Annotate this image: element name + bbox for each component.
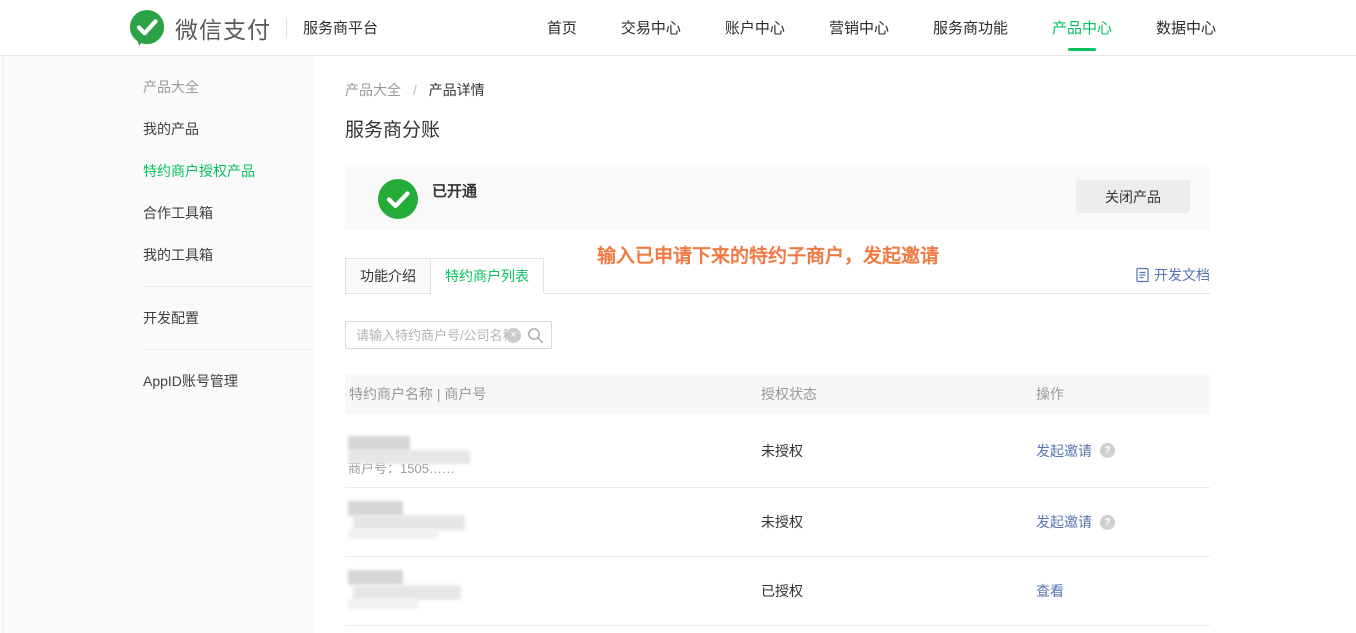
breadcrumb: 产品大全 / 产品详情 (345, 80, 1210, 96)
censored-name-block (348, 529, 438, 539)
brand-divider (286, 19, 287, 37)
check-circle-icon (378, 179, 418, 219)
breadcrumb-parent[interactable]: 产品大全 (345, 82, 401, 98)
top-navigation: 首页 交易中心 账户中心 营销中心 服务商功能 产品中心 数据中心 (547, 17, 1216, 38)
top-header: 微信支付 服务商平台 首页 交易中心 账户中心 营销中心 服务商功能 产品中心 … (0, 0, 1356, 56)
censored-name-block (353, 585, 461, 600)
search-icon[interactable] (527, 327, 544, 344)
tab-bar: 功能介绍 特约商户列表 开发文档 (345, 258, 1210, 294)
send-invite-link[interactable]: 发起邀请 (1036, 441, 1092, 461)
table-row: 已授权 查看 (345, 557, 1210, 626)
censored-name-block (348, 570, 403, 585)
sidebar-item-submerchant-authorized-products[interactable]: 特约商户授权产品 (0, 150, 313, 192)
sidebar-item-dev-config[interactable]: 开发配置 (0, 297, 313, 339)
platform-label: 服务商平台 (303, 17, 378, 38)
send-invite-link[interactable]: 发起邀请 (1036, 512, 1092, 532)
auth-status: 未授权 (761, 443, 803, 459)
nav-item-home[interactable]: 首页 (547, 17, 577, 38)
clear-search-icon[interactable]: × (506, 328, 521, 343)
nav-item-transaction-center[interactable]: 交易中心 (621, 17, 681, 38)
censored-name-block (353, 515, 465, 530)
merchant-name-cell (345, 488, 761, 556)
censored-name-block (348, 436, 410, 451)
status-banner: 已开通 关闭产品 (345, 167, 1210, 230)
help-icon[interactable]: ? (1100, 515, 1115, 530)
wechat-pay-logo-icon (128, 9, 166, 47)
dev-doc-link-label: 开发文档 (1154, 265, 1210, 285)
sidebar: 产品大全 我的产品 特约商户授权产品 合作工具箱 我的工具箱 开发配置 AppI… (0, 56, 313, 633)
search-input[interactable] (346, 322, 514, 348)
censored-name-block (348, 599, 418, 609)
tab-feature-intro[interactable]: 功能介绍 (345, 258, 431, 293)
nav-item-marketing-center[interactable]: 营销中心 (829, 17, 889, 38)
page-title: 服务商分账 (345, 118, 1210, 144)
help-icon[interactable]: ? (1100, 443, 1115, 458)
sidebar-item-my-toolbox[interactable]: 我的工具箱 (0, 234, 313, 276)
tab-submerchant-list[interactable]: 特约商户列表 (431, 258, 544, 294)
sidebar-item-product-catalog[interactable]: 产品大全 (0, 66, 313, 108)
header-auth-status: 授权状态 (761, 384, 1036, 404)
sidebar-item-appid-management[interactable]: AppID账号管理 (0, 360, 313, 402)
nav-item-account-center[interactable]: 账户中心 (725, 17, 785, 38)
auth-status: 已授权 (761, 583, 803, 599)
nav-item-product-center[interactable]: 产品中心 (1052, 17, 1112, 38)
sidebar-item-cooperation-toolbox[interactable]: 合作工具箱 (0, 192, 313, 234)
submerchant-table: 特约商户名称 | 商户号 授权状态 操作 商户号：1505…… 未授权 发起邀请… (345, 374, 1210, 626)
merchant-name-cell: 商户号：1505…… (345, 414, 761, 487)
nav-item-provider-functions[interactable]: 服务商功能 (933, 17, 1008, 38)
close-product-button[interactable]: 关闭产品 (1076, 180, 1190, 213)
sidebar-divider (143, 286, 313, 287)
nav-item-data-center[interactable]: 数据中心 (1156, 17, 1216, 38)
wechat-pay-logo[interactable]: 微信支付 (128, 9, 271, 47)
header-merchant-name: 特约商户名称 | 商户号 (345, 384, 761, 404)
left-edge-line (2, 56, 3, 633)
auth-status: 未授权 (761, 514, 803, 530)
sidebar-divider (143, 349, 313, 350)
main-content: 产品大全 / 产品详情 服务商分账 已开通 关闭产品 输入已申请下来的特约子商户… (345, 56, 1210, 633)
table-row: 未授权 发起邀请 ? (345, 488, 1210, 557)
censored-name-block (348, 450, 470, 464)
table-row: 商户号：1505…… 未授权 发起邀请 ? (345, 414, 1210, 488)
view-link[interactable]: 查看 (1036, 581, 1064, 601)
merchant-name-cell (345, 557, 761, 625)
dev-doc-link[interactable]: 开发文档 (1136, 265, 1210, 285)
search-box: × (345, 321, 552, 349)
tab-zone: 输入已申请下来的特约子商户，发起邀请 功能介绍 特约商户列表 开发文档 (345, 258, 1210, 294)
breadcrumb-current: 产品详情 (429, 82, 485, 98)
page-body: 产品大全 我的产品 特约商户授权产品 合作工具箱 我的工具箱 开发配置 AppI… (0, 56, 1356, 633)
table-header-row: 特约商户名称 | 商户号 授权状态 操作 (345, 374, 1210, 414)
document-icon (1136, 267, 1149, 283)
sidebar-item-my-products[interactable]: 我的产品 (0, 108, 313, 150)
logo-wordmark: 微信支付 (175, 11, 271, 45)
status-text: 已开通 (432, 180, 477, 201)
censored-name-block (348, 501, 403, 516)
breadcrumb-separator: / (413, 82, 417, 98)
header-operation: 操作 (1036, 384, 1210, 404)
